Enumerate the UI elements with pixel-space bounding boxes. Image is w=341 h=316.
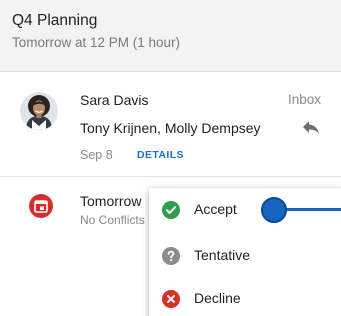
reply-icon[interactable] [301, 119, 321, 135]
avatar[interactable] [20, 92, 58, 130]
decline-option[interactable]: Decline [149, 277, 341, 316]
folder-label: Inbox [287, 92, 321, 107]
decline-label: Decline [194, 290, 241, 306]
calendar-title: Tomorrow [80, 193, 142, 209]
tentative-label: Tentative [194, 247, 251, 263]
accept-label: Accept [194, 201, 237, 217]
touch-pointer-indicator [261, 197, 287, 223]
details-link[interactable]: DETAILS [137, 149, 184, 161]
message-card[interactable]: Sara Davis Inbox Tony Krijnen, Molly Dem… [0, 73, 341, 177]
recipients: Tony Krijnen, Molly Dempsey [80, 120, 261, 136]
pointer-line [286, 208, 341, 211]
message-date: Sep 8 [80, 148, 113, 162]
check-circle-icon [162, 201, 180, 219]
conflict-status: No Conflicts [80, 213, 145, 227]
event-time: Tomorrow at 12 PM (1 hour) [12, 35, 181, 50]
sender-name: Sara Davis [80, 92, 149, 108]
tentative-option[interactable]: Tentative [149, 234, 341, 276]
x-circle-icon [162, 290, 180, 308]
event-title: Q4 Planning [12, 12, 98, 29]
question-circle-icon [162, 247, 180, 265]
calendar-icon [29, 194, 53, 218]
event-header: Q4 Planning Tomorrow at 12 PM (1 hour) [0, 0, 341, 72]
